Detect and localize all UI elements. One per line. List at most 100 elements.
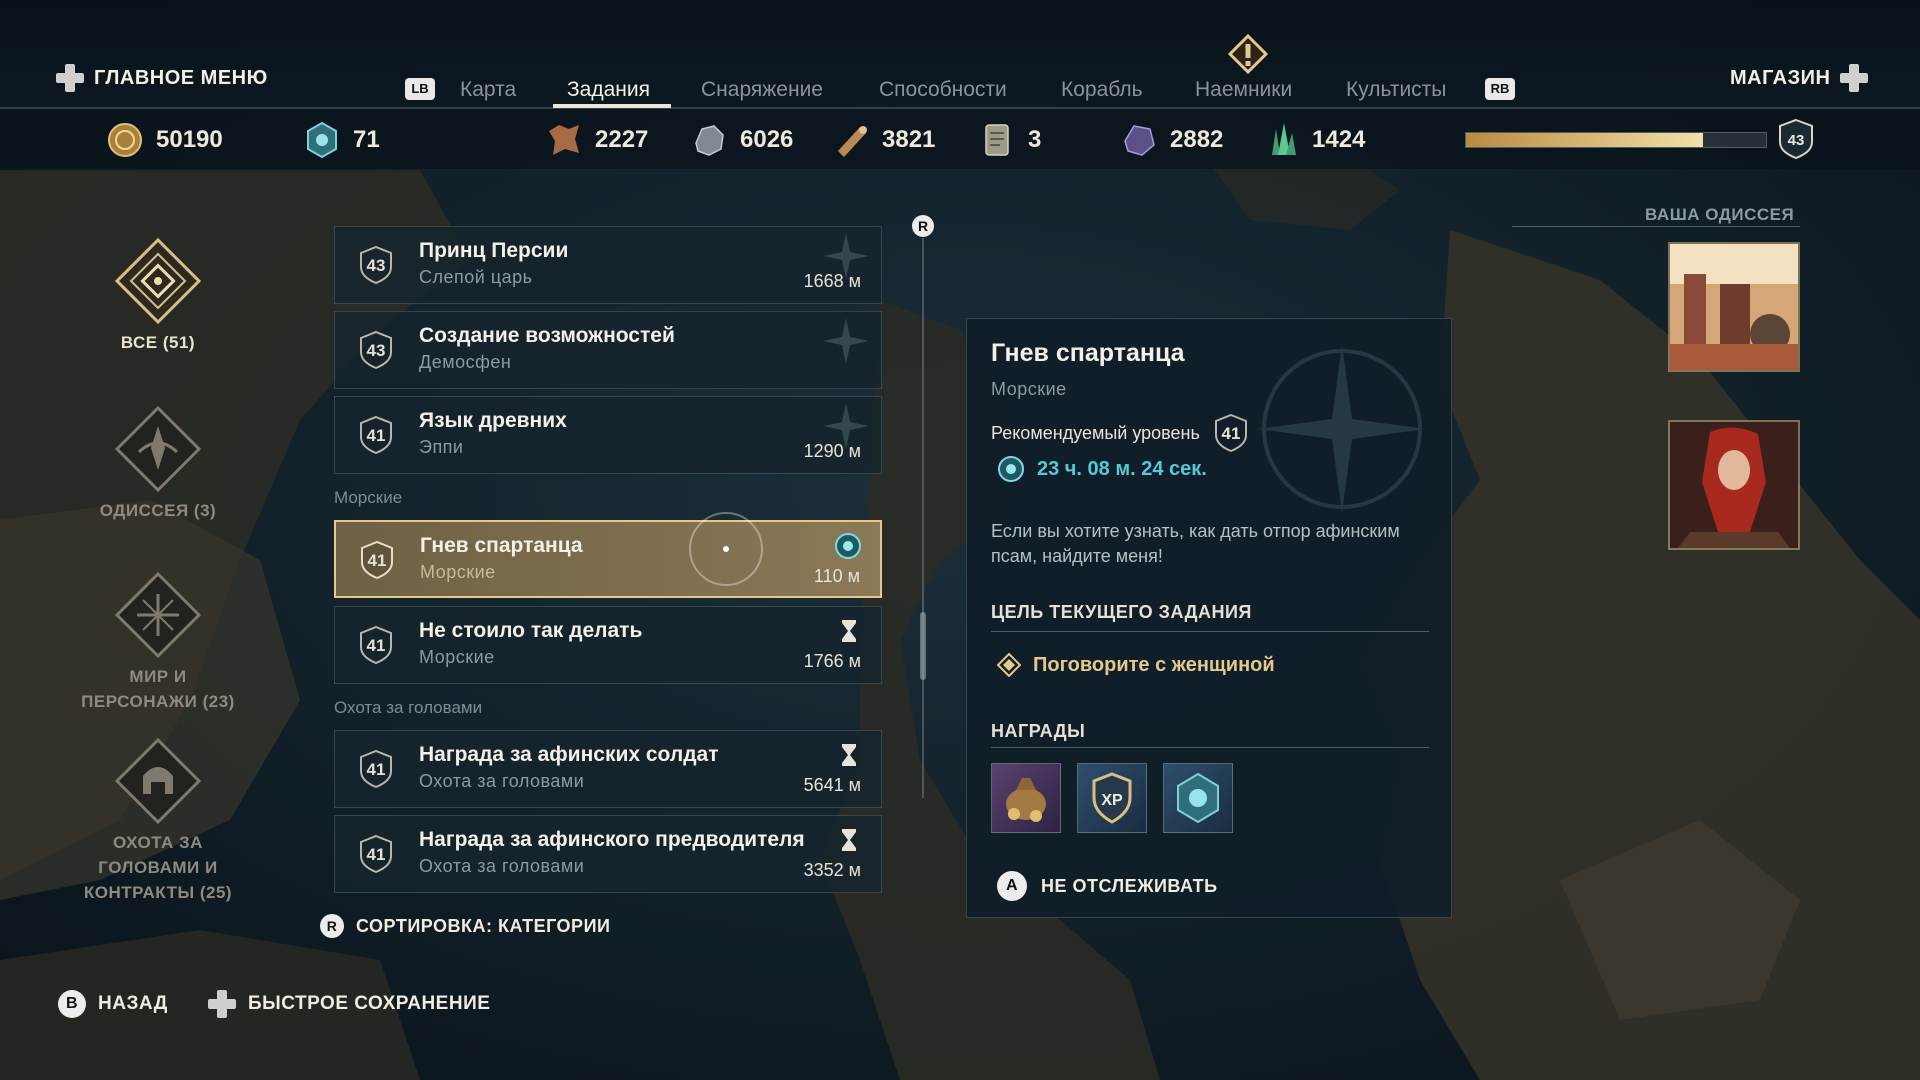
hourglass-icon: [842, 620, 856, 642]
sort-button[interactable]: R СОРТИРОВКА: КАТЕГОРИИ: [318, 912, 610, 940]
back-label: НАЗАД: [98, 993, 168, 1014]
dpad-icon: [56, 64, 84, 92]
quest-subtitle: Охота за головами: [419, 771, 585, 791]
recommended-level-row: Рекомендуемый уровень 41: [991, 413, 1248, 453]
world-characters-emblem-icon: [114, 571, 202, 659]
wood-log-icon: [838, 126, 867, 157]
drachmae-value: 50190: [156, 126, 223, 153]
orichalcum-value: 71: [353, 126, 380, 153]
quest-timer: 23 ч. 08 м. 24 сек.: [997, 455, 1207, 483]
quest-level: 41: [368, 551, 387, 570]
quicksave-button[interactable]: БЫСТРОЕ СОХРАНЕНИЕ: [208, 990, 490, 1018]
odyssey-portrait-1[interactable]: [1668, 242, 1800, 372]
drachmae-counter: 50190: [106, 120, 223, 160]
back-button[interactable]: B НАЗАД: [58, 990, 168, 1018]
category-odyssey-label: ОДИССЕЯ (3): [99, 501, 217, 520]
quest-item[interactable]: 43 Принц Персии Слепой царь 1668 м: [334, 226, 882, 304]
quest-title: Создание возможностей: [419, 324, 675, 347]
tab-map[interactable]: Карта: [460, 78, 516, 102]
alert-diamond-icon: [1228, 34, 1268, 74]
tab-quests[interactable]: Задания: [567, 78, 650, 102]
all-quests-emblem-icon: [114, 237, 202, 325]
rewards-heading: НАГРАДЫ: [991, 721, 1086, 741]
untrack-button[interactable]: A НЕ ОТСЛЕЖИВАТЬ: [997, 871, 1218, 901]
hourglass-icon: [842, 744, 856, 766]
quest-item[interactable]: 41 Награда за афинских солдат Охота за г…: [334, 730, 882, 808]
untrack-label: НЕ ОТСЛЕЖИВАТЬ: [1041, 875, 1218, 896]
leather-value: 2227: [595, 126, 649, 153]
category-world[interactable]: МИР И ПЕРСОНАЖИ (23): [76, 570, 240, 714]
quest-level-shield-icon: 41: [360, 625, 392, 665]
category-bounty[interactable]: ОХОТА ЗА ГОЛОВАМИ И КОНТРАКТЫ (25): [76, 736, 240, 905]
quest-description: Если вы хотите узнать, как дать отпор аф…: [991, 521, 1400, 566]
timed-quest-orichalcum-icon: [835, 533, 861, 559]
odyssey-portrait-2[interactable]: [1668, 420, 1800, 550]
silica-crystal-icon: [1272, 123, 1296, 155]
category-odyssey[interactable]: ОДИССЕЯ (3): [76, 404, 240, 523]
player-level-shield: 43: [1779, 118, 1813, 160]
quest-list-scrollbar[interactable]: [922, 238, 924, 798]
quest-item-selected[interactable]: 41 Гнев спартанца Морские 110 м: [334, 512, 882, 598]
category-all[interactable]: ВСЕ (51): [76, 236, 240, 355]
dpad-icon: [1840, 64, 1869, 92]
odyssey-scene-image: [1670, 244, 1798, 370]
quest-distance: 5641 м: [803, 775, 861, 795]
wood-counter: 3821: [832, 120, 935, 160]
quest-list-scroll-thumb[interactable]: [920, 612, 926, 680]
quest-subtitle: Демосфен: [419, 352, 512, 372]
quest-level: 43: [367, 256, 386, 275]
quicksave-label: БЫСТРОЕ СОХРАНЕНИЕ: [248, 993, 491, 1014]
rewards-divider: [991, 747, 1429, 748]
quest-subtitle: Морские: [420, 562, 496, 582]
quest-level: 43: [367, 341, 386, 360]
quest-level: 41: [367, 845, 386, 864]
xp-progress-bar: [1465, 132, 1767, 148]
ancient-tablet-icon: [985, 124, 1009, 156]
coin-pouch-icon: [1006, 778, 1046, 822]
reward-xp[interactable]: XP: [1077, 763, 1147, 833]
tablets-counter: 3: [978, 120, 1041, 160]
tab-abilities[interactable]: Способности: [879, 78, 1007, 102]
reward-drachmae[interactable]: [991, 763, 1061, 833]
cursor-ring-icon: [689, 512, 763, 586]
tab-mercenaries[interactable]: Наемники: [1195, 78, 1292, 102]
quest-distance: 1766 м: [803, 651, 861, 671]
odyssey-heading: ВАША ОДИССЕЯ: [1645, 205, 1795, 224]
iron-ore-icon: [695, 125, 724, 156]
quest-distance: 3352 м: [803, 860, 861, 880]
quest-level: 41: [367, 636, 386, 655]
quest-detail-panel: Гнев спартанца Морские Рекомендуемый уро…: [966, 318, 1452, 918]
compass-rose-watermark-icon: [1258, 345, 1426, 513]
quest-distance: 110 м: [813, 566, 860, 586]
objective-heading: ЦЕЛЬ ТЕКУЩЕГО ЗАДАНИЯ: [991, 602, 1252, 622]
main-menu-label: ГЛАВНОЕ МЕНЮ: [94, 66, 268, 89]
quest-title: Награда за афинских солдат: [419, 743, 719, 766]
quest-subtitle: Охота за головами: [419, 856, 585, 876]
right-stick-letter: R: [918, 218, 928, 234]
crystal-counter: 1424: [1262, 120, 1365, 160]
main-menu-button[interactable]: ГЛАВНОЕ МЕНЮ: [56, 64, 268, 92]
quest-item[interactable]: 43 Создание возможностей Демосфен: [334, 311, 882, 389]
bounty-helmet-emblem-icon: [114, 737, 202, 825]
recommended-level-shield-icon: 41: [1214, 413, 1247, 453]
quest-item[interactable]: 41 Язык древних Эппи 1290 м: [334, 396, 882, 474]
detail-title: Гнев спартанца: [991, 339, 1185, 367]
right-stick-icon: R: [320, 914, 344, 938]
quest-title: Язык древних: [419, 409, 567, 432]
obsidian-icon: [1124, 125, 1155, 156]
quest-subtitle: Эппи: [419, 437, 464, 457]
quest-subtitle: Слепой царь: [419, 267, 533, 287]
quest-level-shield-icon: 41: [360, 834, 392, 874]
quest-item[interactable]: 41 Не стоило так делать Морские 1766 м: [334, 606, 882, 684]
quest-level: 41: [367, 426, 386, 445]
right-stick-icon: R: [912, 215, 934, 237]
tab-equipment[interactable]: Снаряжение: [701, 78, 823, 102]
reward-orichalcum[interactable]: [1163, 763, 1233, 833]
quest-distance: 1290 м: [803, 441, 861, 461]
orichalcum-ore-icon: [1177, 772, 1219, 824]
tab-ship[interactable]: Корабль: [1061, 78, 1143, 102]
tab-cultists[interactable]: Культисты: [1346, 78, 1446, 102]
shop-button[interactable]: МАГАЗИН: [1730, 64, 1869, 92]
detail-category: Морские: [991, 379, 1067, 399]
quest-item[interactable]: 41 Награда за афинского предводителя Охо…: [334, 815, 882, 893]
